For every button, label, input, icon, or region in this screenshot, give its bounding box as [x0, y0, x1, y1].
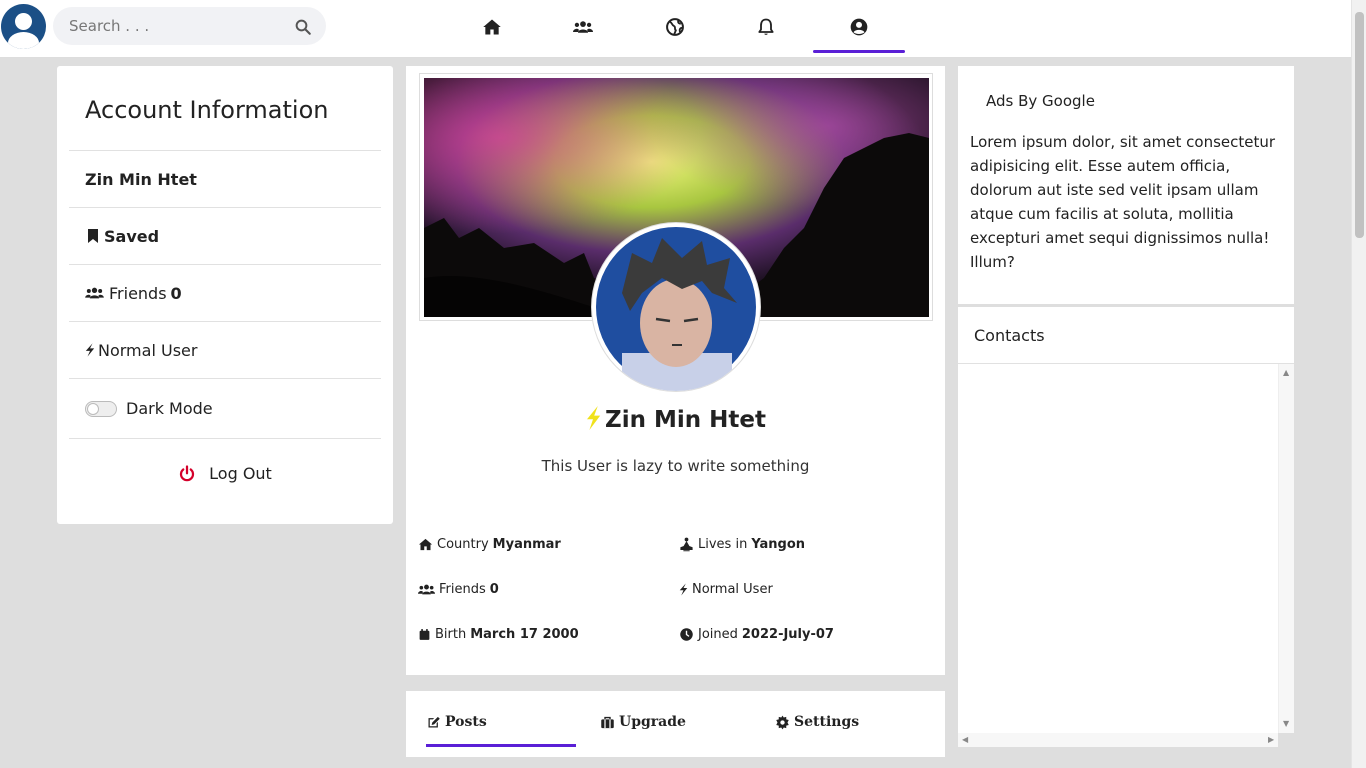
tab-posts-label: Posts — [445, 714, 487, 730]
home-icon — [418, 538, 433, 551]
dark-mode-row: Dark Mode — [69, 378, 381, 438]
meditate-icon — [680, 537, 693, 552]
power-icon — [180, 464, 195, 481]
lives-label: Lives in — [698, 537, 748, 552]
contacts-title: Contacts — [974, 326, 1045, 345]
bookmark-icon — [88, 229, 98, 243]
user-type-label: Normal User — [98, 340, 198, 360]
info-country: Country Myanmar — [418, 537, 561, 552]
bolt-icon — [587, 406, 601, 430]
saved-row[interactable]: Saved — [69, 207, 381, 264]
account-info-card: Account Information Zin Min Htet Saved F… — [57, 66, 393, 524]
contacts-card: Contacts ▲ ▼ ◀ ▶ — [958, 307, 1294, 747]
logout-button[interactable]: Log Out — [69, 438, 381, 508]
country-value: Myanmar — [492, 537, 561, 552]
scroll-down-icon[interactable]: ▼ — [1283, 719, 1289, 728]
friends-row[interactable]: Friends 0 — [69, 264, 381, 321]
nav-friends[interactable] — [537, 0, 629, 54]
profile-name: Zin Min Htet — [406, 406, 945, 433]
account-username: Zin Min Htet — [85, 169, 197, 189]
contacts-header: Contacts — [958, 307, 1294, 364]
country-label: Country — [437, 537, 489, 552]
user-circle-icon — [850, 18, 868, 36]
profile-card: Zin Min Htet This User is lazy to write … — [406, 66, 945, 675]
friends-count: 0 — [489, 582, 499, 597]
friends-label: Friends — [439, 582, 486, 597]
profile-name-text: Zin Min Htet — [605, 407, 766, 433]
gear-icon — [776, 715, 789, 729]
scroll-up-icon[interactable]: ▲ — [1283, 368, 1289, 377]
briefcase-icon — [601, 716, 614, 728]
nav-home[interactable] — [446, 0, 538, 54]
tab-upgrade-label: Upgrade — [619, 714, 686, 730]
bolt-icon — [85, 343, 95, 357]
friends-count: 0 — [170, 283, 182, 303]
top-navbar — [0, 0, 1351, 58]
globe-icon — [666, 18, 684, 36]
dark-mode-toggle[interactable] — [85, 400, 117, 417]
lives-value: Yangon — [751, 537, 806, 552]
nav-profile[interactable] — [813, 0, 905, 54]
app-logo-icon[interactable] — [1, 4, 46, 49]
tab-active-indicator — [426, 744, 576, 747]
tab-posts[interactable]: Posts — [426, 714, 487, 730]
profile-bio: This User is lazy to write something — [541, 457, 810, 475]
logout-label: Log Out — [209, 464, 272, 483]
birth-value: March 17 2000 — [470, 627, 579, 642]
nav-notifications[interactable] — [720, 0, 812, 54]
home-icon — [483, 19, 501, 35]
contacts-horizontal-scrollbar[interactable]: ◀ ▶ — [958, 733, 1278, 747]
dark-mode-label: Dark Mode — [126, 399, 213, 418]
contacts-vertical-scrollbar[interactable]: ▲ ▼ — [1278, 364, 1294, 733]
info-friends: Friends 0 — [418, 582, 499, 597]
scroll-right-icon[interactable]: ▶ — [1268, 735, 1274, 744]
account-info-title: Account Information — [85, 96, 329, 124]
info-lives: Lives in Yangon — [679, 537, 805, 552]
ads-text: Lorem ipsum dolor, sit amet consectetur … — [970, 133, 1276, 271]
bolt-icon — [679, 583, 688, 596]
search-input[interactable] — [69, 15, 279, 37]
search-box — [53, 7, 326, 45]
joined-value: 2022-July-07 — [741, 627, 834, 642]
profile-avatar[interactable] — [591, 222, 761, 392]
users-icon — [85, 287, 104, 299]
ads-card: Ads By Google Lorem ipsum dolor, sit ame… — [958, 66, 1294, 304]
users-icon — [573, 21, 593, 33]
calendar-icon — [419, 629, 430, 640]
user-type-value: Normal User — [692, 582, 773, 597]
ads-title: Ads By Google — [986, 92, 1095, 110]
nav-active-indicator — [813, 50, 905, 53]
bell-icon — [758, 18, 774, 35]
nav-explore[interactable] — [629, 0, 721, 54]
info-birth: Birth March 17 2000 — [418, 627, 579, 642]
profile-tabs: Posts Upgrade Settings — [406, 691, 945, 757]
account-username-row[interactable]: Zin Min Htet — [69, 150, 381, 207]
friends-label: Friends — [109, 283, 167, 303]
tab-upgrade[interactable]: Upgrade — [600, 714, 686, 730]
tab-settings[interactable]: Settings — [775, 714, 859, 730]
users-icon — [418, 584, 435, 595]
saved-label: Saved — [104, 226, 160, 246]
info-user-type: Normal User — [679, 582, 773, 597]
clock-icon — [680, 628, 693, 641]
user-type-row[interactable]: Normal User — [69, 321, 381, 378]
edit-icon — [428, 716, 440, 727]
page-scrollbar[interactable] — [1351, 0, 1366, 768]
scroll-left-icon[interactable]: ◀ — [962, 735, 968, 744]
birth-label: Birth — [435, 627, 467, 642]
info-joined: Joined 2022-July-07 — [679, 627, 834, 642]
search-icon[interactable] — [294, 18, 312, 36]
joined-label: Joined — [698, 627, 738, 642]
tab-settings-label: Settings — [794, 714, 860, 730]
